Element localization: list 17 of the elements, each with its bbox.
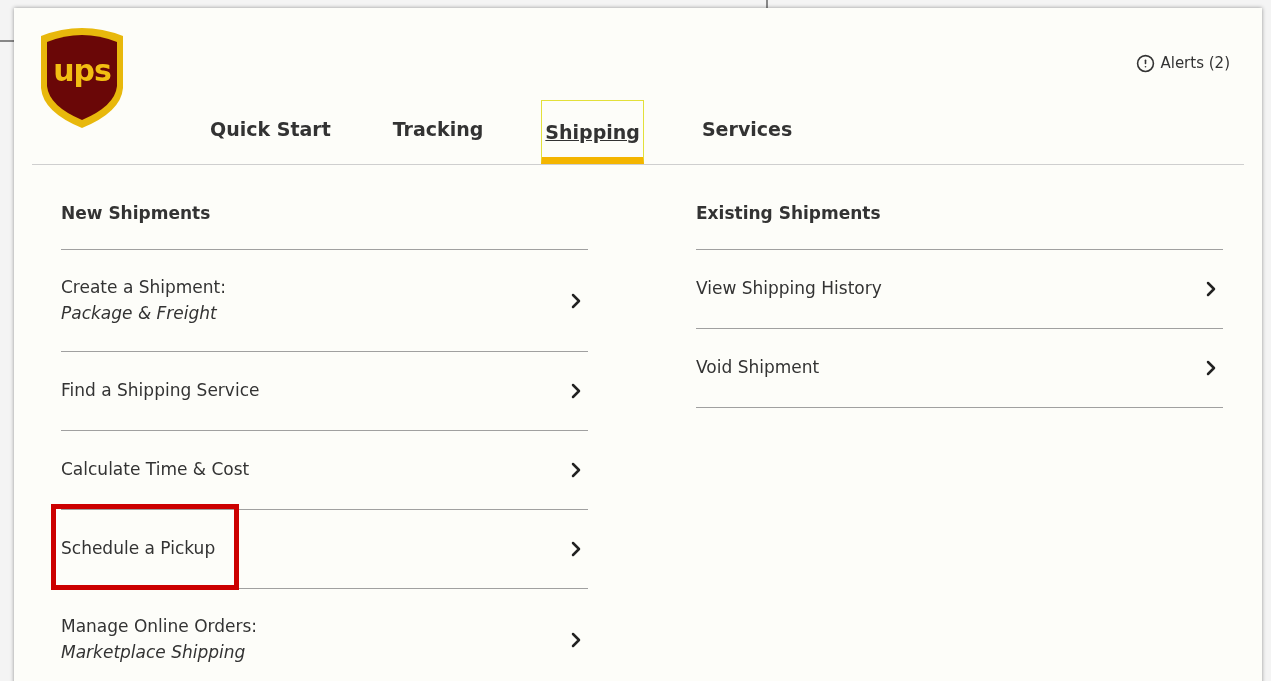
nav-tab[interactable]: Quick Start bbox=[206, 100, 335, 164]
section-heading: New Shipments bbox=[61, 203, 211, 223]
alert-icon bbox=[1136, 53, 1156, 73]
menu-link[interactable]: Manage Online Orders: bbox=[61, 614, 258, 640]
menu-link[interactable]: Find a Shipping Service bbox=[61, 378, 260, 404]
menu-link[interactable]: View Shipping History bbox=[696, 276, 882, 302]
menu-link-subtitle: Package & Freight bbox=[61, 301, 218, 325]
nav-tab[interactable]: Tracking bbox=[388, 100, 488, 164]
menu-link-subtitle: Marketplace Shipping bbox=[61, 640, 247, 664]
alerts-link[interactable]: Alerts (2) bbox=[1136, 52, 1230, 75]
menu-link[interactable]: Void Shipment bbox=[696, 355, 820, 381]
nav-tab[interactable]: Services bbox=[697, 100, 797, 164]
menu-link[interactable]: Schedule a Pickup bbox=[61, 536, 216, 562]
section-heading: Existing Shipments bbox=[696, 203, 881, 223]
nav-tab[interactable]: Shipping bbox=[541, 100, 644, 164]
menu-link[interactable]: Calculate Time & Cost bbox=[61, 457, 250, 483]
menu-link[interactable]: Create a Shipment: bbox=[61, 275, 226, 301]
